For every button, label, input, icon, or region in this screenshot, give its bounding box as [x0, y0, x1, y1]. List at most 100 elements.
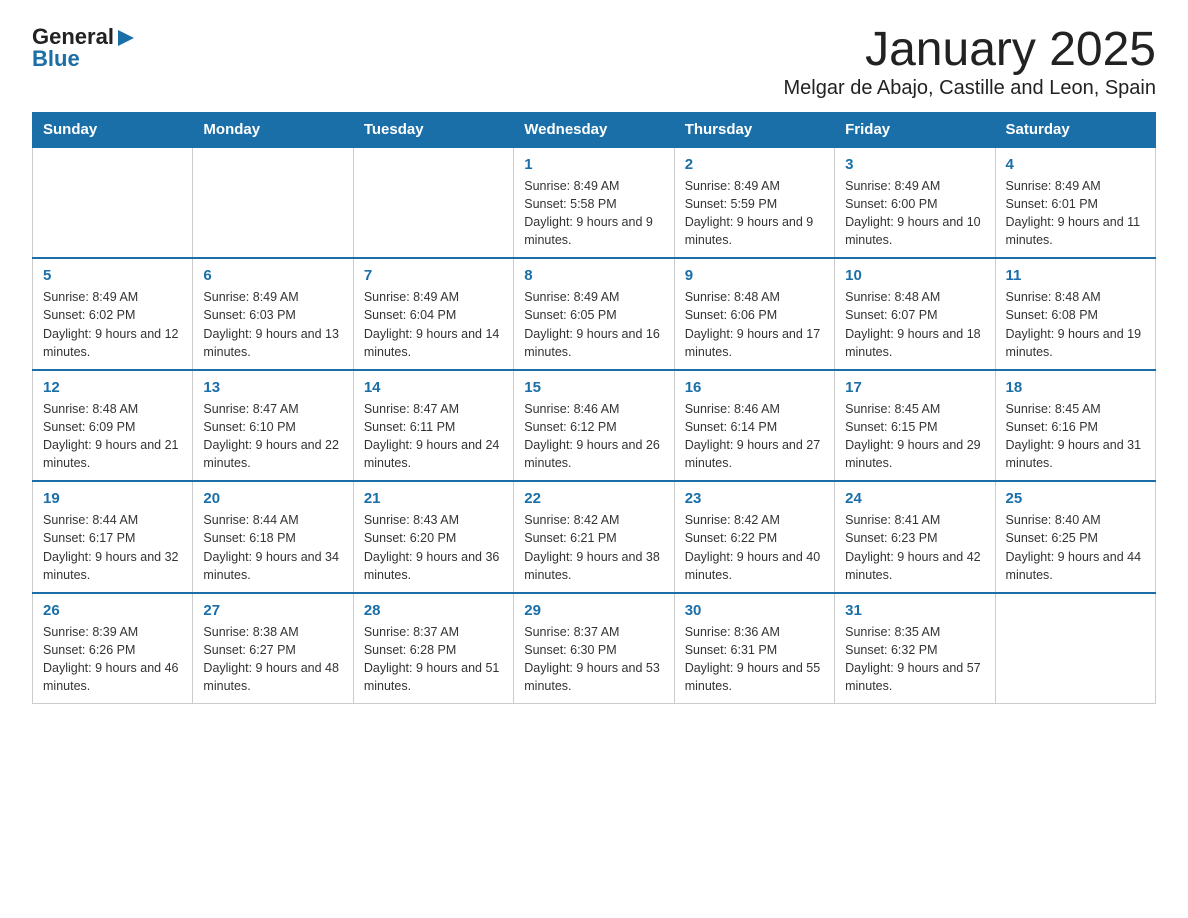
day-info: Sunrise: 8:35 AM Sunset: 6:32 PM Dayligh…: [845, 623, 984, 696]
week-row-1: 1 Sunrise: 8:49 AM Sunset: 5:58 PM Daylig…: [33, 147, 1156, 259]
day-number: 10: [845, 267, 984, 284]
day-info: Sunrise: 8:48 AM Sunset: 6:09 PM Dayligh…: [43, 400, 182, 473]
calendar-cell: 9 Sunrise: 8:48 AM Sunset: 6:06 PM Daylig…: [674, 258, 834, 370]
day-number: 30: [685, 602, 824, 619]
day-info: Sunrise: 8:36 AM Sunset: 6:31 PM Dayligh…: [685, 623, 824, 696]
day-info: Sunrise: 8:45 AM Sunset: 6:16 PM Dayligh…: [1006, 400, 1145, 473]
day-number: 2: [685, 156, 824, 173]
day-number: 27: [203, 602, 342, 619]
day-info: Sunrise: 8:44 AM Sunset: 6:18 PM Dayligh…: [203, 511, 342, 584]
calendar-cell: 24 Sunrise: 8:41 AM Sunset: 6:23 PM Dayli…: [835, 481, 995, 593]
calendar-cell: 17 Sunrise: 8:45 AM Sunset: 6:15 PM Dayli…: [835, 370, 995, 482]
calendar-cell: [33, 147, 193, 259]
day-number: 23: [685, 490, 824, 507]
location-title: Melgar de Abajo, Castille and Leon, Spai…: [784, 77, 1156, 100]
day-number: 1: [524, 156, 663, 173]
day-info: Sunrise: 8:47 AM Sunset: 6:10 PM Dayligh…: [203, 400, 342, 473]
calendar-header: SundayMondayTuesdayWednesdayThursdayFrid…: [33, 112, 1156, 147]
day-info: Sunrise: 8:43 AM Sunset: 6:20 PM Dayligh…: [364, 511, 503, 584]
day-number: 29: [524, 602, 663, 619]
day-info: Sunrise: 8:49 AM Sunset: 6:01 PM Dayligh…: [1006, 177, 1145, 250]
calendar-cell: 29Sunrise: 8:37 AM Sunset: 6:30 PM Dayli…: [514, 593, 674, 704]
calendar-body: 1 Sunrise: 8:49 AM Sunset: 5:58 PM Daylig…: [33, 147, 1156, 704]
week-row-3: 12 Sunrise: 8:48 AM Sunset: 6:09 PM Dayli…: [33, 370, 1156, 482]
calendar-cell: 18Sunrise: 8:45 AM Sunset: 6:16 PM Dayli…: [995, 370, 1155, 482]
calendar-cell: 15 Sunrise: 8:46 AM Sunset: 6:12 PM Dayli…: [514, 370, 674, 482]
calendar-cell: [193, 147, 353, 259]
day-number: 14: [364, 379, 503, 396]
calendar-table: SundayMondayTuesdayWednesdayThursdayFrid…: [32, 112, 1156, 705]
week-row-5: 26Sunrise: 8:39 AM Sunset: 6:26 PM Dayli…: [33, 593, 1156, 704]
header-tuesday: Tuesday: [353, 112, 513, 147]
day-info: Sunrise: 8:48 AM Sunset: 6:08 PM Dayligh…: [1006, 288, 1145, 361]
day-number: 28: [364, 602, 503, 619]
calendar-cell: 13 Sunrise: 8:47 AM Sunset: 6:10 PM Dayli…: [193, 370, 353, 482]
day-info: Sunrise: 8:46 AM Sunset: 6:12 PM Dayligh…: [524, 400, 663, 473]
calendar-cell: 12 Sunrise: 8:48 AM Sunset: 6:09 PM Dayli…: [33, 370, 193, 482]
day-number: 17: [845, 379, 984, 396]
day-number: 3: [845, 156, 984, 173]
day-info: Sunrise: 8:48 AM Sunset: 6:06 PM Dayligh…: [685, 288, 824, 361]
day-number: 21: [364, 490, 503, 507]
calendar-cell: 14 Sunrise: 8:47 AM Sunset: 6:11 PM Dayli…: [353, 370, 513, 482]
header-row: SundayMondayTuesdayWednesdayThursdayFrid…: [33, 112, 1156, 147]
day-info: Sunrise: 8:49 AM Sunset: 6:00 PM Dayligh…: [845, 177, 984, 250]
calendar-cell: 19 Sunrise: 8:44 AM Sunset: 6:17 PM Dayli…: [33, 481, 193, 593]
day-info: Sunrise: 8:48 AM Sunset: 6:07 PM Dayligh…: [845, 288, 984, 361]
calendar-cell: 3 Sunrise: 8:49 AM Sunset: 6:00 PM Daylig…: [835, 147, 995, 259]
day-number: 26: [43, 602, 182, 619]
calendar-cell: 25Sunrise: 8:40 AM Sunset: 6:25 PM Dayli…: [995, 481, 1155, 593]
calendar-cell: 26Sunrise: 8:39 AM Sunset: 6:26 PM Dayli…: [33, 593, 193, 704]
calendar-cell: 31 Sunrise: 8:35 AM Sunset: 6:32 PM Dayli…: [835, 593, 995, 704]
day-info: Sunrise: 8:41 AM Sunset: 6:23 PM Dayligh…: [845, 511, 984, 584]
header-thursday: Thursday: [674, 112, 834, 147]
day-number: 15: [524, 379, 663, 396]
logo-blue: Blue: [32, 46, 80, 72]
day-info: Sunrise: 8:49 AM Sunset: 6:03 PM Dayligh…: [203, 288, 342, 361]
calendar-cell: 4Sunrise: 8:49 AM Sunset: 6:01 PM Daylig…: [995, 147, 1155, 259]
day-number: 19: [43, 490, 182, 507]
day-info: Sunrise: 8:49 AM Sunset: 6:02 PM Dayligh…: [43, 288, 182, 361]
day-number: 6: [203, 267, 342, 284]
week-row-2: 5Sunrise: 8:49 AM Sunset: 6:02 PM Daylig…: [33, 258, 1156, 370]
calendar-cell: 30 Sunrise: 8:36 AM Sunset: 6:31 PM Dayli…: [674, 593, 834, 704]
page-header: General Blue January 2025 Melgar de Abaj…: [32, 24, 1156, 100]
day-info: Sunrise: 8:45 AM Sunset: 6:15 PM Dayligh…: [845, 400, 984, 473]
day-info: Sunrise: 8:49 AM Sunset: 5:58 PM Dayligh…: [524, 177, 663, 250]
calendar-cell: 20 Sunrise: 8:44 AM Sunset: 6:18 PM Dayli…: [193, 481, 353, 593]
day-info: Sunrise: 8:37 AM Sunset: 6:28 PM Dayligh…: [364, 623, 503, 696]
logo: General Blue: [32, 24, 136, 72]
day-number: 31: [845, 602, 984, 619]
calendar-cell: 27Sunrise: 8:38 AM Sunset: 6:27 PM Dayli…: [193, 593, 353, 704]
calendar-cell: [995, 593, 1155, 704]
header-monday: Monday: [193, 112, 353, 147]
calendar-cell: 23 Sunrise: 8:42 AM Sunset: 6:22 PM Dayli…: [674, 481, 834, 593]
day-number: 12: [43, 379, 182, 396]
header-saturday: Saturday: [995, 112, 1155, 147]
header-friday: Friday: [835, 112, 995, 147]
header-sunday: Sunday: [33, 112, 193, 147]
calendar-cell: 7Sunrise: 8:49 AM Sunset: 6:04 PM Daylig…: [353, 258, 513, 370]
calendar-cell: 11 Sunrise: 8:48 AM Sunset: 6:08 PM Dayli…: [995, 258, 1155, 370]
header-wednesday: Wednesday: [514, 112, 674, 147]
day-number: 20: [203, 490, 342, 507]
day-info: Sunrise: 8:46 AM Sunset: 6:14 PM Dayligh…: [685, 400, 824, 473]
day-number: 8: [524, 267, 663, 284]
day-info: Sunrise: 8:47 AM Sunset: 6:11 PM Dayligh…: [364, 400, 503, 473]
calendar-cell: 28 Sunrise: 8:37 AM Sunset: 6:28 PM Dayli…: [353, 593, 513, 704]
calendar-cell: 8Sunrise: 8:49 AM Sunset: 6:05 PM Daylig…: [514, 258, 674, 370]
logo-arrow-icon: [116, 28, 136, 48]
day-number: 13: [203, 379, 342, 396]
calendar-cell: 21 Sunrise: 8:43 AM Sunset: 6:20 PM Dayli…: [353, 481, 513, 593]
day-info: Sunrise: 8:42 AM Sunset: 6:22 PM Dayligh…: [685, 511, 824, 584]
day-number: 7: [364, 267, 503, 284]
calendar-cell: 5Sunrise: 8:49 AM Sunset: 6:02 PM Daylig…: [33, 258, 193, 370]
week-row-4: 19 Sunrise: 8:44 AM Sunset: 6:17 PM Dayli…: [33, 481, 1156, 593]
calendar-cell: 1 Sunrise: 8:49 AM Sunset: 5:58 PM Daylig…: [514, 147, 674, 259]
day-number: 16: [685, 379, 824, 396]
day-number: 24: [845, 490, 984, 507]
day-info: Sunrise: 8:44 AM Sunset: 6:17 PM Dayligh…: [43, 511, 182, 584]
month-title: January 2025: [784, 24, 1156, 77]
day-number: 9: [685, 267, 824, 284]
day-number: 11: [1006, 267, 1145, 284]
